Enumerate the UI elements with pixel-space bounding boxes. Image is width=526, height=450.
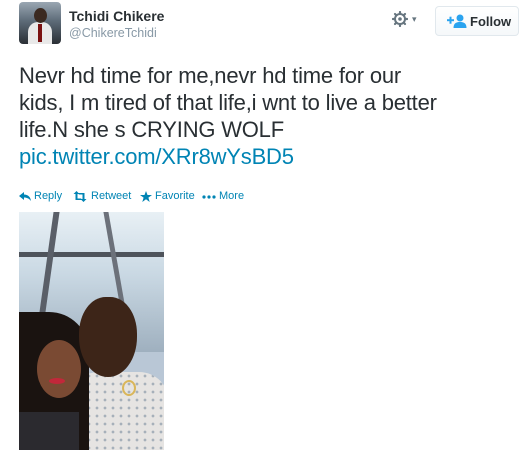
photo-face-man [79,297,137,377]
user-fullname[interactable]: Tchidi Chikere [69,8,164,24]
tweet-card: Tchidi Chikere @ChikereTchidi ▾ Follow N… [0,0,526,450]
photo-rail-bar [19,252,164,257]
avatar-tie [38,24,42,42]
tweet-photo[interactable] [19,212,164,450]
gear-icon [392,11,408,27]
add-user-icon [447,14,467,28]
star-icon [140,191,152,202]
avatar-head [34,8,47,23]
retweet-label: Retweet [91,190,132,202]
avatar[interactable] [19,2,61,44]
chevron-down-icon: ▾ [412,14,417,24]
user-handle[interactable]: @ChikereTchidi [69,26,157,40]
photo-necklace [122,380,136,396]
more-icon [202,195,216,199]
user-actions-dropdown[interactable]: ▾ [392,10,426,30]
photo-dress [19,412,79,450]
photo-face-woman [37,340,81,398]
tweet-header: Tchidi Chikere @ChikereTchidi ▾ Follow [19,0,519,50]
more-label: More [219,190,245,202]
follow-button[interactable]: Follow [435,6,519,36]
tweet-text-line: kids, I m tired of that life,i wnt to li… [19,90,437,115]
tweet-text-line: Nevr hd time for me,nevr hd time for our [19,63,402,88]
tweet-media-link[interactable]: pic.twitter.com/XRr8wYsBD5 [19,144,294,169]
tweet-text: Nevr hd time for me,nevr hd time for our… [19,62,509,170]
photo-lips [49,378,65,384]
tweet-text-line: life.N she s CRYING WOLF [19,117,284,142]
retweet-icon [73,191,87,202]
follow-button-label: Follow [470,14,512,29]
favorite-label: Favorite [155,190,195,202]
reply-icon [19,192,31,201]
reply-label: Reply [34,190,63,202]
